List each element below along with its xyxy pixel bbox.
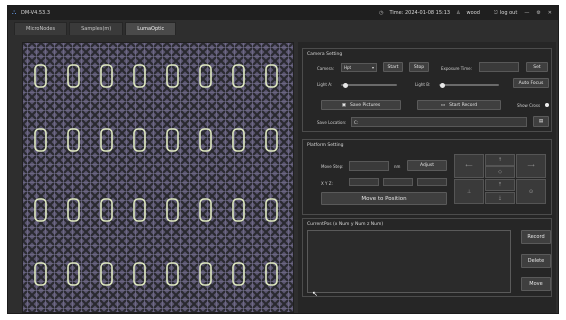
save-pictures-label: Save Pictures (349, 102, 381, 108)
user-icon: ♙ (456, 10, 461, 16)
delete-button[interactable]: Delete (521, 254, 551, 268)
logout-label: log out (499, 10, 518, 16)
camera-stop-button[interactable]: Stop (409, 62, 429, 72)
tab-lumaoptic[interactable]: LumaOptic (125, 22, 177, 35)
currentpos-list[interactable] (307, 230, 511, 293)
save-pictures-button[interactable]: ▣ Save Pictures (321, 100, 401, 110)
mouse-cursor-icon: ↖ (312, 290, 318, 298)
tab-micronodes[interactable]: MicroNodes (14, 22, 68, 35)
browse-folder-button[interactable]: ▤ (533, 116, 549, 127)
camera-label: Camera: (317, 66, 335, 71)
light-a-label: Light A: (317, 82, 333, 87)
camera-setting-title: Camera Setting (307, 52, 343, 57)
clock-icon: ◷ (379, 10, 384, 16)
adjust-button[interactable]: Adjust (407, 160, 447, 171)
jog-z-up-button[interactable]: ⤒ (485, 179, 515, 191)
light-a-slider-handle[interactable] (342, 82, 348, 88)
show-cross-label: Show Cross (517, 103, 541, 108)
camera-start-button[interactable]: Start (383, 62, 403, 72)
jog-center-button[interactable]: ◇ (485, 166, 515, 178)
start-record-label: Start Record (449, 102, 478, 108)
save-location-input[interactable]: C: (351, 117, 527, 127)
record-button[interactable]: Record (521, 230, 551, 244)
auto-focus-button[interactable]: Auto Focus (513, 78, 549, 88)
move-step-input[interactable] (349, 161, 389, 171)
title-bar: ⛬ DM-V4.53.3 ◷ Time: 2024-01-08 15:13 ♙ … (8, 6, 558, 20)
camera-select-value: Hpt (344, 65, 352, 70)
jog-bottom-left-button[interactable]: ⊥ (454, 179, 484, 204)
tab-samples[interactable]: Samples(m) (69, 22, 124, 35)
jog-bottom-right-button[interactable]: ⊙ (516, 179, 546, 204)
time-display: Time: 2024-01-08 15:13 (389, 10, 451, 16)
move-button[interactable]: Move (521, 277, 551, 291)
y-input[interactable] (383, 178, 413, 186)
z-input[interactable] (417, 178, 447, 186)
light-b-label: Light B: (415, 82, 431, 87)
currentpos-group: CurrentPos (x Num y Num z Num) Record De… (302, 218, 552, 297)
microscope-image (23, 43, 293, 312)
app-window: ⛬ DM-V4.53.3 ◷ Time: 2024-01-08 15:13 ♙ … (7, 5, 559, 314)
settings-gear-icon[interactable]: ⚙ (536, 10, 540, 16)
camera-image-view[interactable] (22, 42, 294, 313)
jog-left-arrows-button[interactable]: ⟵ (454, 154, 484, 178)
camera-setting-group: Camera Setting Camera: Hpt ▾ Start Stop … (302, 48, 552, 132)
camera-select[interactable]: Hpt ▾ (341, 63, 377, 72)
show-cross-radio[interactable] (545, 103, 549, 107)
close-button[interactable]: ✕ (548, 10, 552, 16)
tab-bar: MicroNodes Samples(m) LumaOptic (14, 22, 177, 35)
light-a-slider[interactable] (341, 82, 397, 88)
video-icon: ▭ (440, 102, 446, 108)
light-b-slider[interactable] (439, 82, 499, 88)
move-step-label: Move Step: (321, 164, 344, 169)
app-logo-icon: ⛬ (12, 9, 17, 16)
platform-setting-group: Platform Setting Move Step: nm Adjust X … (302, 139, 552, 215)
app-title: DM-V4.53.3 (21, 10, 50, 16)
minimize-button[interactable]: — (524, 10, 529, 16)
start-record-button[interactable]: ▭ Start Record (417, 100, 501, 110)
jog-z-down-button[interactable]: ⤓ (485, 192, 515, 204)
save-location-label: Save Location: (317, 120, 347, 125)
platform-setting-title: Platform Setting (307, 143, 344, 148)
move-to-position-button[interactable]: Move to Position (321, 192, 447, 205)
xyz-label: X Y Z: (321, 181, 333, 186)
exposure-label: Exposure Time: (441, 66, 472, 71)
currentpos-title: CurrentPos (x Num y Num z Num) (307, 222, 384, 227)
exposure-input[interactable] (479, 62, 519, 72)
exposure-set-button[interactable]: Set (526, 62, 548, 72)
move-step-unit: nm (394, 164, 401, 169)
logout-button[interactable]: ⎋ log out (494, 10, 517, 16)
folder-icon: ▤ (538, 119, 544, 124)
logout-icon: ⎋ (493, 10, 498, 16)
x-input[interactable] (349, 178, 379, 186)
control-panel: Camera Setting Camera: Hpt ▾ Start Stop … (298, 42, 556, 313)
image-icon: ▣ (341, 102, 346, 108)
jog-right-arrows-button[interactable]: ⟶ (516, 154, 546, 178)
user-name: wood (466, 10, 480, 16)
jog-up-button[interactable]: ↑ (485, 154, 515, 166)
chevron-down-icon: ▾ (371, 65, 374, 70)
light-b-slider-handle[interactable] (440, 82, 446, 88)
